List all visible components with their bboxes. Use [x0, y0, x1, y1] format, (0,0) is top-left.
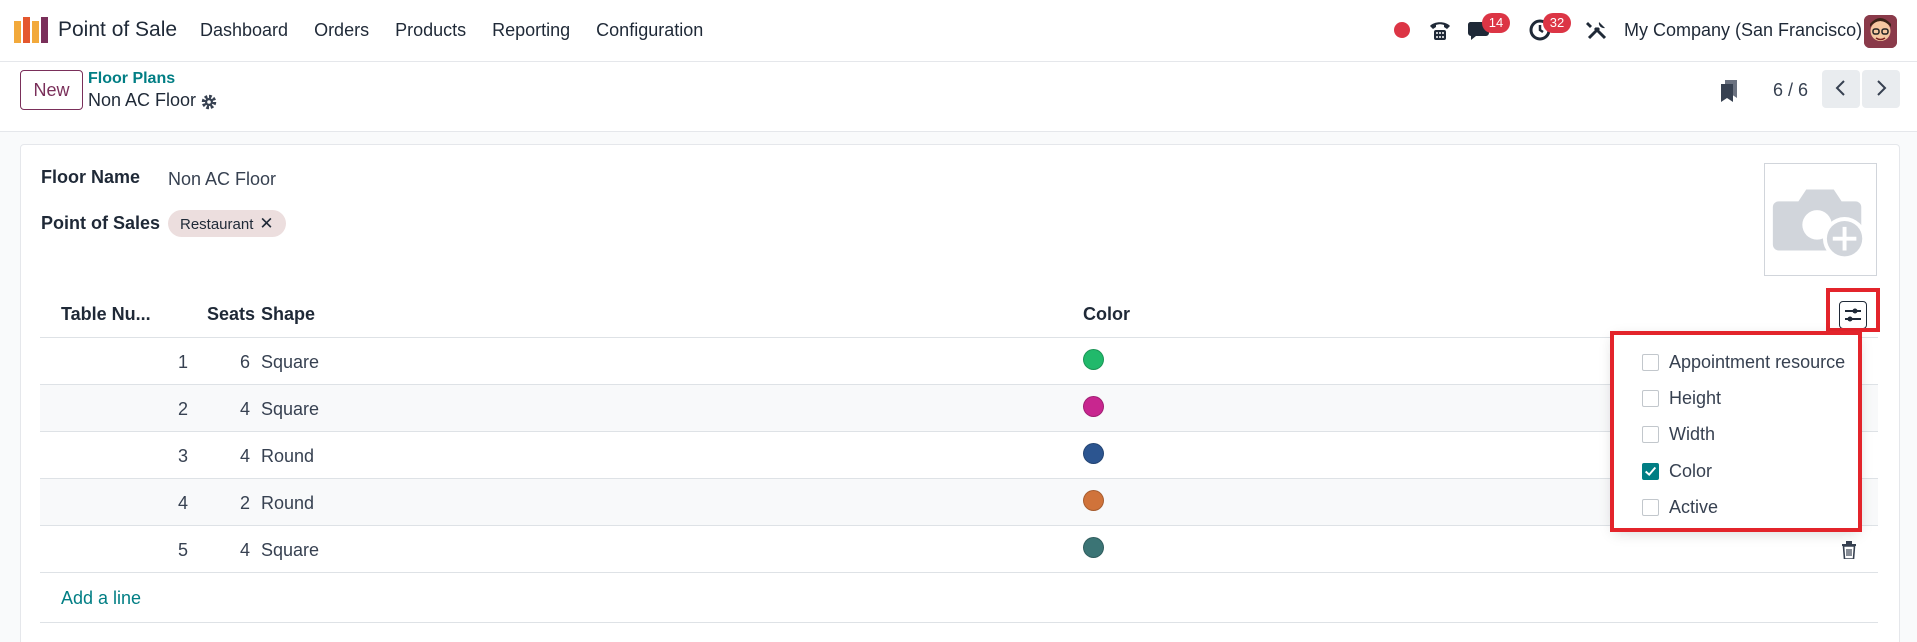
camera-add-icon	[1772, 189, 1867, 261]
menu-products[interactable]: Products	[395, 20, 466, 41]
pager-previous-button[interactable]	[1822, 70, 1860, 108]
tools-icon[interactable]	[1585, 18, 1609, 42]
add-line-link[interactable]: Add a line	[61, 588, 141, 609]
menu-configuration[interactable]: Configuration	[596, 20, 703, 41]
chevron-left-icon	[1835, 79, 1845, 96]
menu-dashboard[interactable]: Dashboard	[200, 20, 288, 41]
color-swatch[interactable]	[1083, 537, 1104, 558]
cell-seats: 4	[239, 446, 250, 466]
floor-name-field[interactable]: Non AC Floor	[168, 169, 276, 190]
pos-app-icon[interactable]	[14, 17, 48, 43]
control-panel: New Floor Plans Non AC Floor 6 / 6	[0, 62, 1917, 132]
main-menu: Dashboard Orders Products Reporting Conf…	[200, 20, 703, 41]
tag-remove-icon[interactable]: ✕	[259, 214, 273, 233]
company-switcher[interactable]: My Company (San Francisco)	[1624, 20, 1862, 41]
column-color[interactable]: Color	[1083, 304, 1130, 325]
new-button[interactable]: New	[20, 70, 83, 110]
gear-icon[interactable]	[200, 93, 218, 111]
table-row[interactable]: 2 4 Square	[40, 385, 1878, 432]
column-seats[interactable]: Seats	[207, 304, 255, 325]
cell-shape: Round	[261, 493, 315, 513]
cell-seats: 4	[239, 540, 250, 560]
add-line-row	[40, 575, 1878, 623]
menu-reporting[interactable]: Reporting	[492, 20, 570, 41]
activity-badge: 32	[1543, 13, 1571, 33]
floor-image-upload[interactable]	[1764, 163, 1877, 276]
pager-next-button[interactable]	[1862, 70, 1900, 108]
color-swatch[interactable]	[1083, 490, 1104, 511]
chevron-right-icon	[1877, 79, 1887, 96]
cell-seats: 6	[239, 352, 250, 372]
table-row[interactable]: 4 2 Round	[40, 479, 1878, 526]
table-row[interactable]: 5 4 Square	[40, 526, 1878, 573]
table-row[interactable]: 1 6 Square	[40, 338, 1878, 385]
tag-label: Restaurant	[180, 216, 254, 233]
table-row[interactable]: 3 4 Round	[40, 432, 1878, 479]
cell-table-number: 5	[177, 540, 188, 560]
user-avatar[interactable]	[1864, 15, 1897, 48]
cell-table-number: 3	[177, 446, 188, 466]
color-swatch[interactable]	[1083, 349, 1104, 370]
recording-dot-icon[interactable]	[1394, 22, 1410, 38]
pos-tag-restaurant[interactable]: Restaurant ✕	[168, 210, 286, 237]
table-list-header: Table Nu... Seats Shape Color	[40, 294, 1878, 338]
column-table-number[interactable]: Table Nu...	[61, 304, 151, 325]
trash-icon[interactable]	[1841, 541, 1857, 559]
top-navbar: Point of Sale Dashboard Orders Products …	[0, 0, 1917, 62]
color-swatch[interactable]	[1083, 396, 1104, 417]
point-of-sales-label: Point of Sales	[41, 213, 161, 233]
app-name[interactable]: Point of Sale	[58, 18, 177, 42]
cell-shape: Round	[261, 446, 315, 466]
record-title: Non AC Floor	[88, 90, 197, 110]
cell-shape: Square	[261, 399, 320, 419]
cell-table-number: 4	[177, 493, 188, 513]
floor-name-label: Floor Name	[41, 167, 141, 187]
cell-table-number: 2	[177, 399, 188, 419]
color-swatch[interactable]	[1083, 443, 1104, 464]
menu-orders[interactable]: Orders	[314, 20, 369, 41]
cell-table-number: 1	[177, 352, 188, 372]
phone-icon[interactable]	[1428, 18, 1452, 42]
breadcrumb-floor-plans[interactable]: Floor Plans	[88, 70, 175, 88]
cell-shape: Square	[261, 540, 320, 560]
cell-seats: 4	[239, 399, 250, 419]
bookmark-icon[interactable]	[1718, 78, 1742, 104]
chat-badge: 14	[1482, 13, 1510, 33]
column-shape[interactable]: Shape	[261, 304, 315, 325]
highlight-box	[1610, 331, 1862, 532]
cell-seats: 2	[239, 493, 250, 513]
cell-shape: Square	[261, 352, 320, 372]
pager-value[interactable]: 6 / 6	[1773, 80, 1808, 101]
highlight-box	[1826, 288, 1880, 332]
